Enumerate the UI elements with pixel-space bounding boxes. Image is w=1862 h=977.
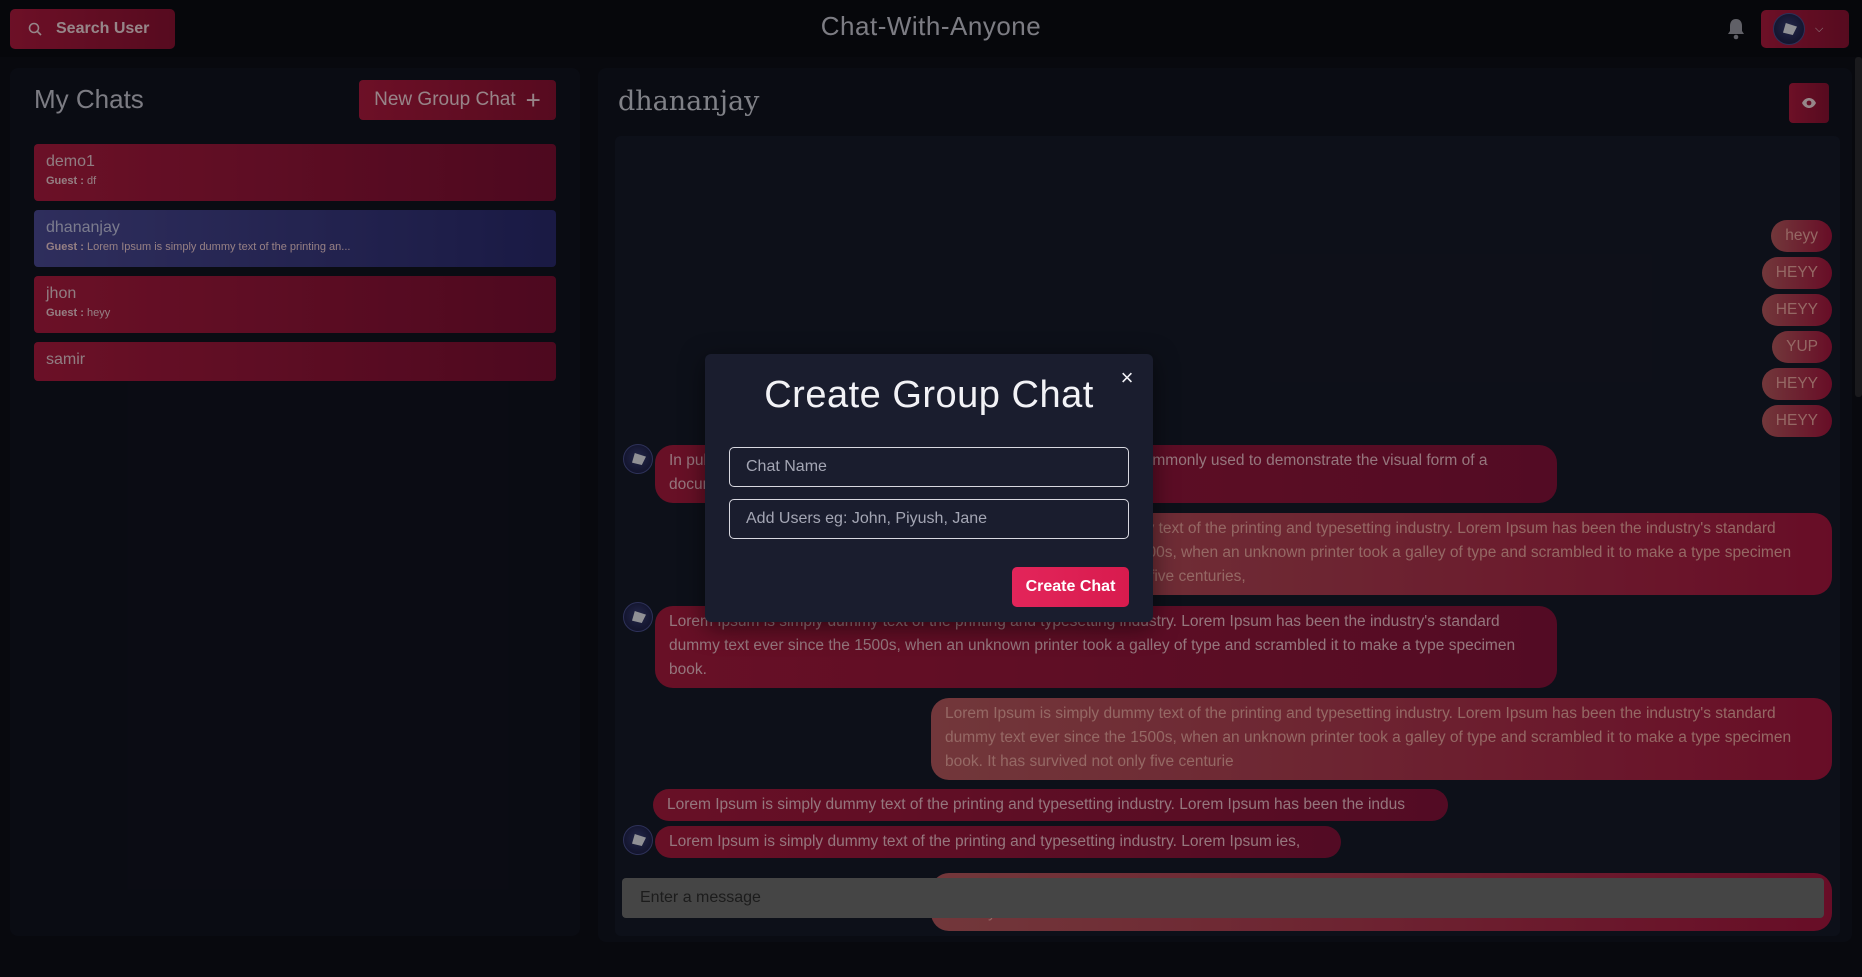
create-chat-button[interactable]: Create Chat [1012,567,1129,607]
chat-name-input[interactable] [729,447,1129,487]
close-icon[interactable]: × [1115,366,1139,390]
create-group-chat-modal: Create Group Chat × Create Chat [705,354,1153,622]
add-users-input[interactable] [729,499,1129,539]
modal-title: Create Group Chat [764,374,1094,416]
